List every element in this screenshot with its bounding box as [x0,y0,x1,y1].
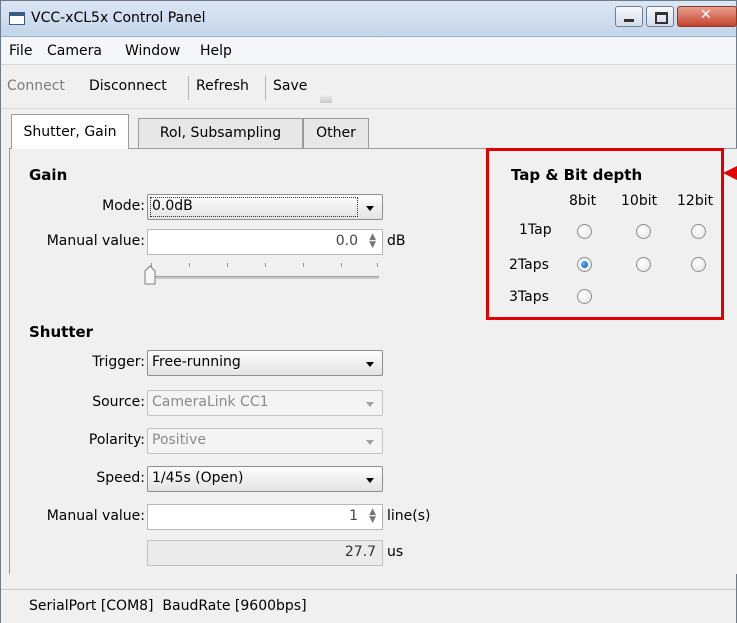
spin-arrows-icon[interactable]: ▲ ▼ [369,508,376,525]
minimize-button[interactable] [615,6,643,27]
menu-camera-label: Camera [47,43,102,59]
connect-button[interactable]: Connect [7,78,65,94]
shutter-time-unit: us [387,544,404,560]
gain-slider-thumb[interactable] [144,265,156,285]
trigger-value: Free-running [152,354,241,370]
menu-camera[interactable]: Camera [47,43,102,59]
row-label-1tap: 1Tap [519,222,552,238]
chevron-down-icon [366,478,374,483]
menu-file-label: File [9,43,33,59]
chevron-down-icon [366,440,374,445]
speed-label: Speed: [96,470,145,486]
shutter-time-display: 27.7 [147,540,383,566]
slider-tick [303,263,304,267]
gain-manual-value: 0.0 [335,233,358,249]
menu-bar: File Camera Window Help [1,38,736,65]
source-value: CameraLink CC1 [152,394,269,410]
source-label: Source: [92,394,145,410]
polarity-label: Polarity: [88,432,145,448]
radio-1tap-12bit[interactable] [691,224,706,239]
slider-tick [265,263,266,267]
toolbar-separator [265,76,266,100]
menu-window-label: Window [125,43,181,59]
gain-section-title: Gain [29,166,68,184]
polarity-select[interactable]: Positive [147,428,383,454]
focus-indicator [150,197,358,217]
speed-value: 1/45s (Open) [152,470,244,486]
slider-tick [341,263,342,267]
toolbar-overflow-grip[interactable] [320,95,332,103]
gain-mode-select[interactable]: 0.0dB [147,194,383,220]
trigger-select[interactable]: Free-running [147,350,383,376]
toolbar: Connect Disconnect Refresh Save [1,66,736,109]
shutter-manual-value: 1 [349,508,358,524]
source-select[interactable]: CameraLink CC1 [147,390,383,416]
toolbar-separator [188,76,189,100]
shutter-time-value: 27.7 [344,544,376,560]
menu-help-label: Help [200,43,232,59]
chevron-down-icon [366,402,374,407]
speed-select[interactable]: 1/45s (Open) [147,466,383,492]
col-header-12bit: 12bit [677,193,714,209]
chevron-down-icon [366,206,374,211]
close-button[interactable] [677,6,737,27]
spin-arrows-icon[interactable]: ▲ ▼ [369,233,376,250]
shutter-manual-input[interactable]: 1 ▲ ▼ [147,504,383,530]
shutter-manual-label: Manual value: [46,508,145,524]
tab-roi-subsampling[interactable]: RoI, Subsampling [138,118,303,148]
trigger-label: Trigger: [92,354,145,370]
gain-manual-input[interactable]: 0.0 ▲ ▼ [147,229,383,255]
polarity-value: Positive [152,432,206,448]
tap-section-title: Tap & Bit depth [511,166,643,184]
row-label-3taps: 3Taps [509,289,549,305]
menu-help[interactable]: Help [200,43,232,59]
gain-slider-track[interactable] [149,276,379,279]
shutter-manual-unit: line(s) [387,508,431,524]
refresh-button[interactable]: Refresh [196,78,249,94]
gain-unit: dB [387,233,406,249]
tab-other[interactable]: Other [303,118,369,148]
menu-window[interactable]: Window [125,43,180,59]
slider-tick [227,263,228,267]
radio-1tap-8bit[interactable] [577,224,592,239]
pointer-arrow-icon [723,166,737,180]
radio-1tap-10bit[interactable] [636,224,651,239]
menu-file[interactable]: File [9,43,32,59]
save-button[interactable]: Save [273,78,307,94]
col-header-8bit: 8bit [569,193,597,209]
radio-2taps-12bit[interactable] [691,257,706,272]
status-text: SerialPort [COM8] BaudRate [9600bps] [29,598,307,614]
status-bar: SerialPort [COM8] BaudRate [9600bps] [1,589,736,623]
window-title: VCC-xCL5x Control Panel [31,10,206,26]
col-header-10bit: 10bit [621,193,658,209]
tab-shutter-gain[interactable]: Shutter, Gain [11,114,129,149]
app-icon [9,12,25,25]
maximize-button[interactable] [646,6,674,27]
gain-manual-label: Manual value: [46,233,145,249]
main-window: VCC-xCL5x Control Panel File Camera Wind… [0,0,737,623]
gain-mode-label: Mode: [102,198,145,214]
row-label-2taps: 2Taps [509,257,549,273]
chevron-down-icon [366,362,374,367]
radio-2taps-10bit[interactable] [636,257,651,272]
radio-3taps-8bit[interactable] [577,289,592,304]
slider-tick [377,263,378,267]
shutter-section-title: Shutter [29,323,94,341]
radio-2taps-8bit[interactable] [577,257,592,272]
title-bar[interactable]: VCC-xCL5x Control Panel [1,1,737,37]
disconnect-button[interactable]: Disconnect [89,78,167,94]
slider-tick [189,263,190,267]
